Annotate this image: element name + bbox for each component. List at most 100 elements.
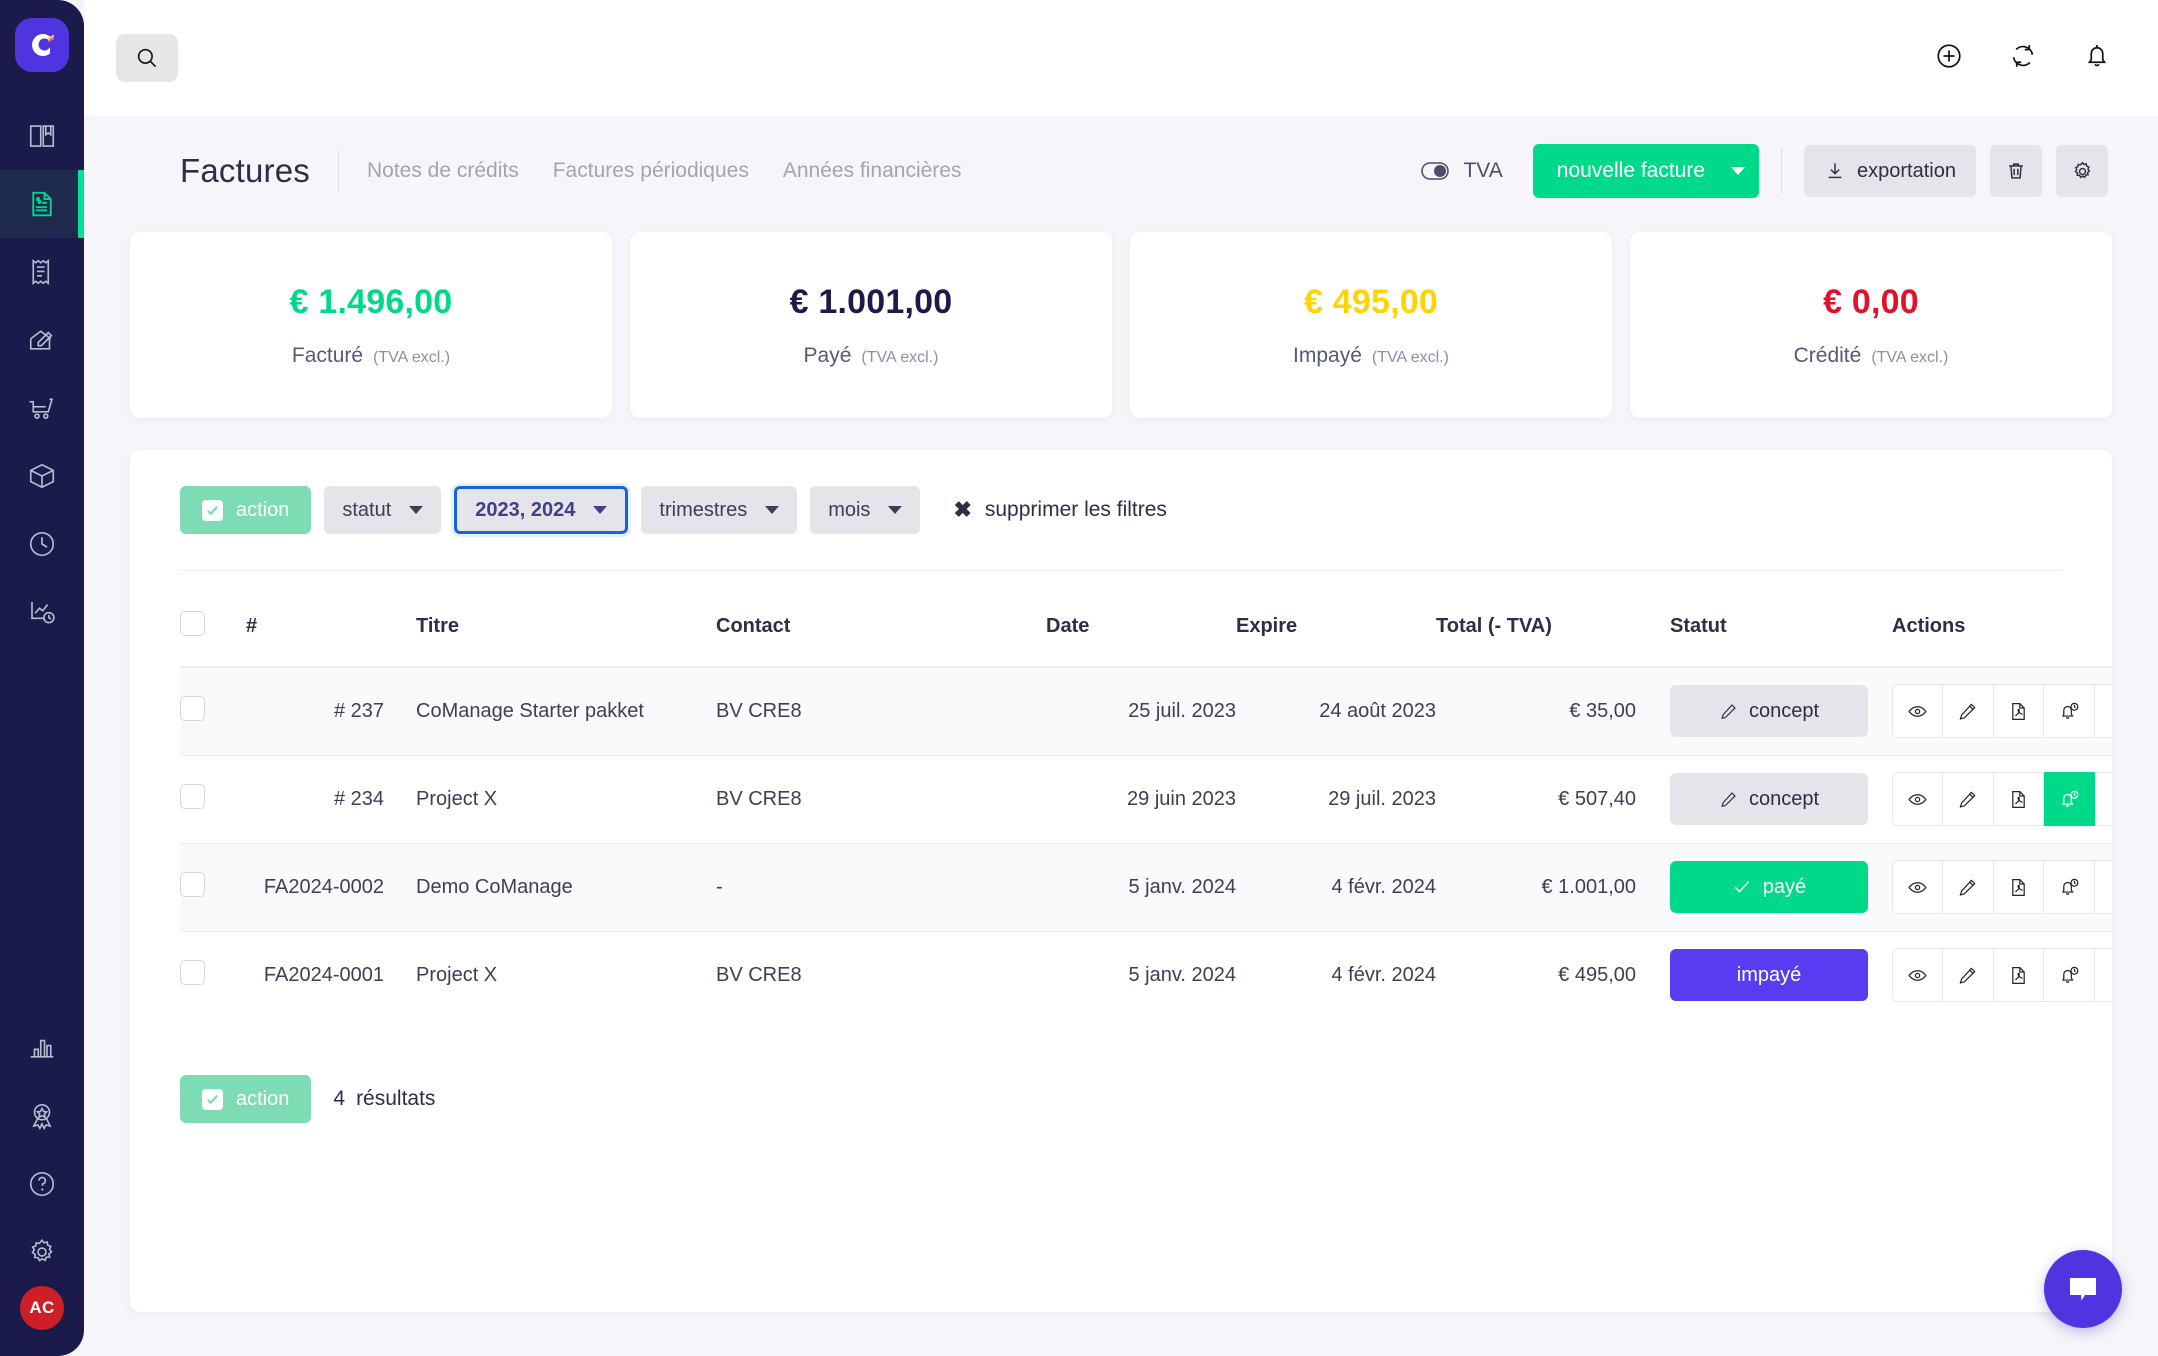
select-all-checkbox[interactable] <box>180 611 205 636</box>
new-invoice-button[interactable]: nouvelle facture <box>1532 144 1760 198</box>
reminder-button[interactable] <box>2044 948 2096 1003</box>
th-statut[interactable]: Statut <box>1646 593 1866 668</box>
edit-button[interactable] <box>1942 860 1994 914</box>
more-button[interactable] <box>2095 772 2112 826</box>
notifications-button[interactable] <box>2082 41 2112 76</box>
row-checkbox[interactable] <box>180 695 205 721</box>
th-date[interactable]: Date <box>1046 593 1236 668</box>
th-contact[interactable]: Contact <box>716 593 1046 668</box>
table-row[interactable]: # 234 Project X BV CRE8 29 juin 2023 29 … <box>180 754 2112 843</box>
chat-button[interactable] <box>2044 1250 2122 1328</box>
check-icon <box>207 505 219 515</box>
row-checkbox[interactable] <box>180 783 205 809</box>
export-button[interactable]: exportation <box>1804 145 1976 197</box>
sidebar-item-reports[interactable] <box>0 578 84 646</box>
view-button[interactable] <box>1892 948 1943 1003</box>
sidebar-item-invoices[interactable] <box>0 170 84 238</box>
th-expire[interactable]: Expire <box>1236 593 1436 668</box>
sidebar-item-help[interactable] <box>0 1150 84 1218</box>
view-button[interactable] <box>1892 684 1943 739</box>
results-summary: 4 résultats <box>333 1087 435 1111</box>
filter-statut-label: statut <box>342 498 392 521</box>
table-row[interactable]: FA2024-0001 Project X BV CRE8 5 janv. 20… <box>180 930 2112 1019</box>
edit-button[interactable] <box>1942 684 1994 739</box>
sidebar-item-quotes[interactable] <box>0 306 84 374</box>
reminder-button[interactable] <box>2044 860 2096 914</box>
status-badge[interactable]: impayé <box>1670 949 1868 1002</box>
close-icon: ✖ <box>953 497 972 522</box>
chevron-double-down-icon <box>2110 877 2112 898</box>
tab-factures-periodiques[interactable]: Factures périodiques <box>553 159 749 183</box>
row-checkbox[interactable] <box>180 959 205 985</box>
tab-annees-financieres[interactable]: Années financières <box>783 159 962 183</box>
more-button[interactable] <box>2095 684 2112 739</box>
bulk-action-label: action <box>236 498 290 521</box>
search-input[interactable] <box>116 34 178 82</box>
cell-title: CoManage Starter pakket <box>416 666 716 755</box>
more-button[interactable] <box>2095 948 2112 1003</box>
avatar[interactable]: AC <box>20 1286 64 1330</box>
chevron-down-icon[interactable] <box>1731 167 1746 175</box>
eye-icon <box>1908 705 1927 717</box>
filter-trimestres[interactable]: trimestres <box>641 486 798 534</box>
row-select-cell <box>180 842 246 931</box>
pdf-button[interactable] <box>1993 772 2045 826</box>
tva-toggle[interactable]: TVA <box>1420 159 1503 183</box>
filter-years[interactable]: 2023, 2024 <box>454 486 629 534</box>
stat-card-paye: € 1.001,00 Payé (TVA excl.) <box>630 232 1112 418</box>
filter-bar: action statut 2023, 2024 trimestres mois <box>180 450 2062 570</box>
eye-icon <box>1908 969 1927 981</box>
settings-button[interactable] <box>2056 145 2108 197</box>
edit-button[interactable] <box>1942 772 1994 826</box>
filter-mois[interactable]: mois <box>810 486 921 534</box>
view-button[interactable] <box>1892 772 1943 826</box>
clear-filters-button[interactable]: ✖ supprimer les filtres <box>953 497 1167 523</box>
pdf-button[interactable] <box>1993 860 2045 914</box>
reminder-button[interactable] <box>2044 772 2096 826</box>
book-icon <box>29 125 55 147</box>
th-total[interactable]: Total (- TVA) <box>1436 593 1646 668</box>
sidebar-item-products[interactable] <box>0 442 84 510</box>
th-titre[interactable]: Titre <box>416 593 716 668</box>
bulk-action-button-bottom[interactable]: action <box>180 1075 312 1123</box>
view-button[interactable] <box>1892 860 1943 914</box>
app-logo[interactable] <box>15 18 69 72</box>
pencil-icon <box>1959 703 1976 720</box>
top-bar <box>84 0 2158 116</box>
more-button[interactable] <box>2095 860 2112 914</box>
sidebar-item-book[interactable] <box>0 102 84 170</box>
sidebar-item-purchases[interactable] <box>0 374 84 442</box>
new-invoice-label: nouvelle facture <box>1556 159 1706 182</box>
table-row[interactable]: FA2024-0002 Demo CoManage - 5 janv. 2024… <box>180 842 2112 931</box>
status-badge[interactable]: concept <box>1670 773 1868 825</box>
pencil-icon <box>1959 878 1976 896</box>
sidebar-item-receipts[interactable] <box>0 238 84 306</box>
filter-statut[interactable]: statut <box>324 486 442 534</box>
edit-button[interactable] <box>1942 948 1994 1003</box>
checkbox-icon <box>202 499 223 521</box>
pdf-icon <box>2012 790 2025 808</box>
sidebar-item-statistics[interactable] <box>0 1014 84 1082</box>
cell-expire: 4 févr. 2024 <box>1236 930 1436 1019</box>
sidebar-item-awards[interactable] <box>0 1082 84 1150</box>
help-circle-icon <box>29 1171 55 1197</box>
bulk-action-button-top[interactable]: action <box>180 486 312 534</box>
pdf-button[interactable] <box>1993 948 2045 1003</box>
export-label: exportation <box>1857 159 1956 182</box>
status-badge[interactable]: concept <box>1670 685 1868 738</box>
chevron-double-down-icon <box>2110 965 2112 986</box>
sidebar-item-timetracking[interactable] <box>0 510 84 578</box>
clock-icon <box>29 531 55 557</box>
add-button[interactable] <box>1934 41 1964 76</box>
invoice-icon <box>32 191 52 217</box>
status-badge[interactable]: payé <box>1670 861 1868 913</box>
th-number[interactable]: # <box>246 593 416 668</box>
pdf-button[interactable] <box>1993 684 2045 739</box>
row-checkbox[interactable] <box>180 871 205 897</box>
sidebar-item-settings[interactable] <box>0 1218 84 1286</box>
reminder-button[interactable] <box>2044 684 2096 739</box>
refresh-button[interactable] <box>2008 41 2038 76</box>
delete-button[interactable] <box>1990 145 2042 197</box>
tab-notes-de-credits[interactable]: Notes de crédits <box>367 159 519 183</box>
table-row[interactable]: # 237 CoManage Starter pakket BV CRE8 25… <box>180 666 2112 755</box>
